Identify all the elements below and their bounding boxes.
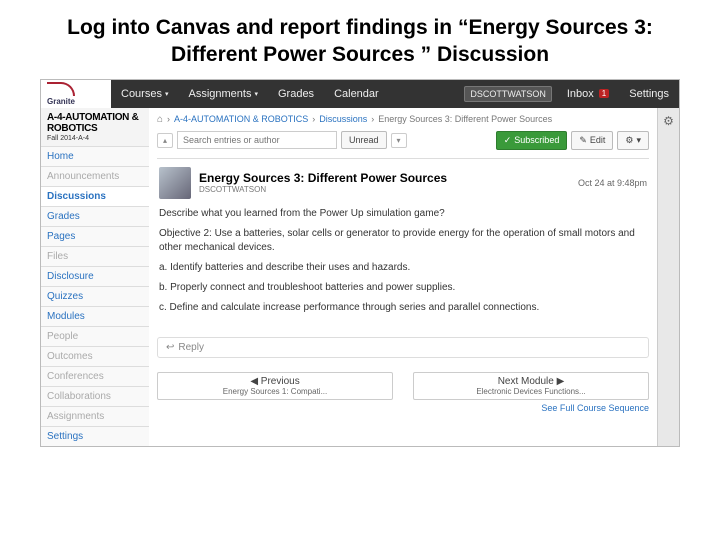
sidebar-item-grades[interactable]: Grades: [41, 206, 149, 226]
nav-grades[interactable]: Grades: [278, 88, 314, 100]
sidebar-item-pages[interactable]: Pages: [41, 226, 149, 246]
site-logo[interactable]: Granite: [41, 80, 111, 108]
unread-button[interactable]: Unread: [341, 131, 387, 149]
main-content: ⌂ › A-4-AUTOMATION & ROBOTICS › Discussi…: [149, 108, 657, 446]
edit-button[interactable]: ✎Edit: [571, 131, 613, 150]
module-pager: ◀ Previous Energy Sources 1: Compati... …: [157, 372, 649, 400]
sidebar-item-people[interactable]: People: [41, 326, 149, 346]
sidebar-item-settings[interactable]: Settings: [41, 426, 149, 446]
nav-assignments[interactable]: Assignments▾: [188, 88, 258, 100]
chevron-down-icon: ▾: [636, 135, 641, 146]
course-title: A-4-AUTOMATION & ROBOTICS: [41, 108, 149, 135]
user-menu-button[interactable]: DSCOTTWATSON: [464, 86, 552, 102]
gear-icon[interactable]: ⚙: [663, 114, 674, 446]
nav-calendar[interactable]: Calendar: [334, 88, 379, 100]
sidebar-item-disclosure[interactable]: Disclosure: [41, 266, 149, 286]
chevron-down-icon: ▾: [254, 90, 258, 98]
post-date: Oct 24 at 9:48pm: [578, 178, 647, 188]
settings-link[interactable]: Settings: [629, 88, 669, 100]
avatar: [159, 167, 191, 199]
inbox-badge: 1: [599, 89, 609, 98]
post-title: Energy Sources 3: Different Power Source…: [199, 171, 447, 185]
see-sequence-link[interactable]: See Full Course Sequence: [157, 403, 649, 413]
slide-title: Log into Canvas and report findings in “…: [0, 0, 720, 77]
sidebar-item-assignments[interactable]: Assignments: [41, 406, 149, 426]
options-button[interactable]: ⚙▾: [617, 131, 649, 150]
discussion-post: Energy Sources 3: Different Power Source…: [157, 158, 649, 329]
sidebar-item-home[interactable]: Home: [41, 146, 149, 166]
subscribed-button[interactable]: ✓Subscribed: [496, 131, 568, 150]
pencil-icon: ✎: [579, 135, 587, 146]
crumb-discussions[interactable]: Discussions: [319, 114, 367, 124]
collapse-button[interactable]: ▴: [157, 133, 173, 148]
post-body: Describe what you learned from the Power…: [159, 207, 647, 315]
sidebar-item-modules[interactable]: Modules: [41, 306, 149, 326]
inbox-link[interactable]: Inbox1: [567, 88, 609, 100]
sidebar-item-conferences[interactable]: Conferences: [41, 366, 149, 386]
next-module-button[interactable]: Next Module ▶ Electronic Devices Functio…: [413, 372, 649, 400]
expand-button[interactable]: ▾: [391, 133, 407, 148]
crumb-course[interactable]: A-4-AUTOMATION & ROBOTICS: [174, 114, 308, 124]
home-icon[interactable]: ⌂: [157, 114, 163, 125]
post-author: DSCOTTWATSON: [199, 185, 447, 194]
course-term: Fall 2014-A-4: [41, 135, 149, 146]
nav-courses[interactable]: Courses▾: [121, 88, 168, 100]
discussion-toolbar: ▴ Unread ▾ ✓Subscribed ✎Edit ⚙▾: [157, 131, 649, 150]
check-icon: ✓: [504, 135, 512, 146]
previous-module-button[interactable]: ◀ Previous Energy Sources 1: Compati...: [157, 372, 393, 400]
reply-icon: ↩: [166, 342, 174, 353]
sidebar-item-collaborations[interactable]: Collaborations: [41, 386, 149, 406]
sidebar-item-discussions[interactable]: Discussions: [41, 186, 149, 206]
sidebar-item-outcomes[interactable]: Outcomes: [41, 346, 149, 366]
gear-icon: ⚙: [625, 135, 633, 146]
breadcrumb: ⌂ › A-4-AUTOMATION & ROBOTICS › Discussi…: [157, 112, 649, 131]
reply-input[interactable]: ↩ Reply: [157, 337, 649, 358]
crumb-current: Energy Sources 3: Different Power Source…: [378, 114, 552, 124]
sidebar-item-announcements[interactable]: Announcements: [41, 166, 149, 186]
top-nav: Granite Courses▾ Assignments▾ Grades Cal…: [41, 80, 679, 108]
sidebar-item-quizzes[interactable]: Quizzes: [41, 286, 149, 306]
right-rail: ⚙: [657, 108, 679, 446]
sidebar-item-files[interactable]: Files: [41, 246, 149, 266]
chevron-down-icon: ▾: [165, 90, 169, 98]
canvas-screenshot: Granite Courses▾ Assignments▾ Grades Cal…: [40, 79, 680, 447]
search-input[interactable]: [177, 131, 337, 149]
course-sidebar: A-4-AUTOMATION & ROBOTICS Fall 2014-A-4 …: [41, 108, 149, 446]
